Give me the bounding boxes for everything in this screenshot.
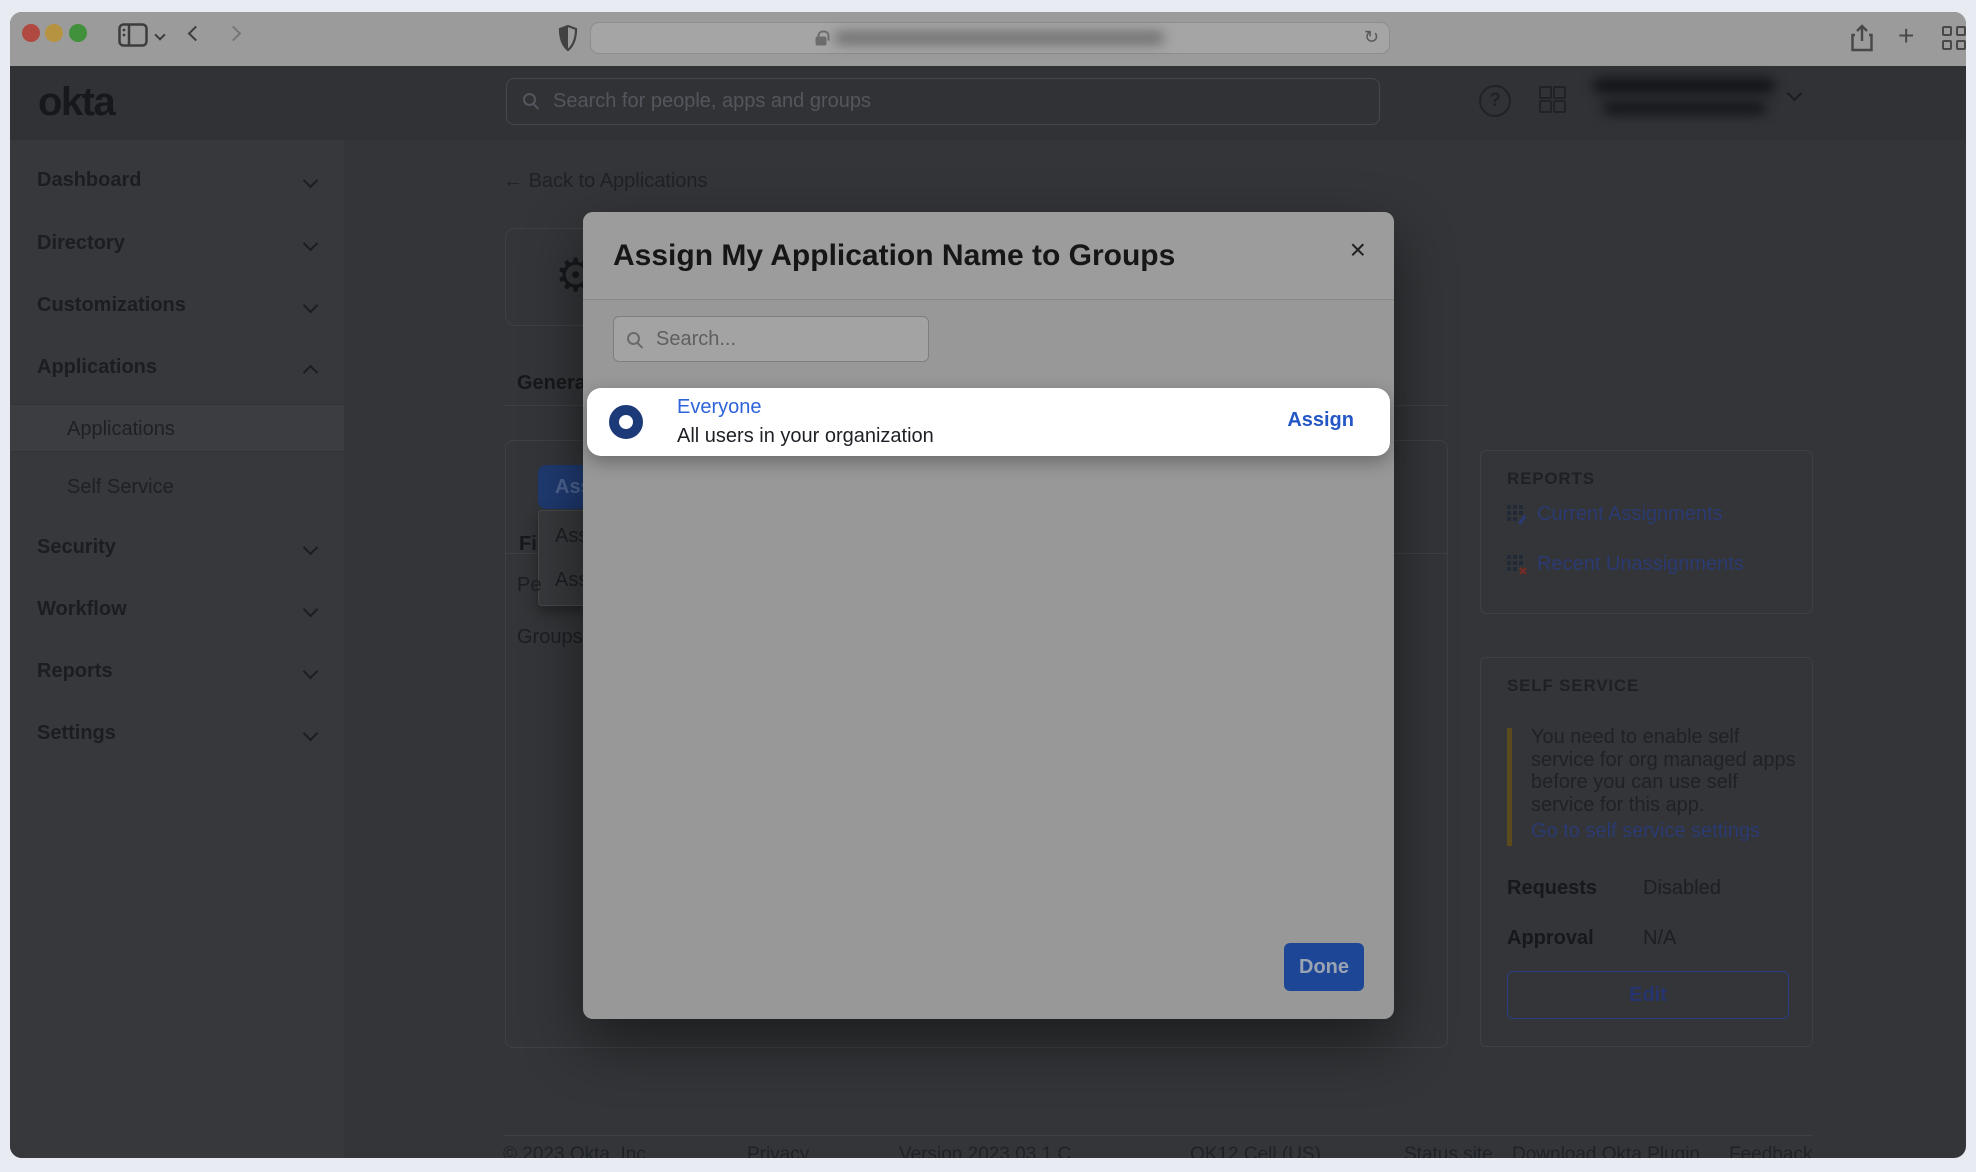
- assign-to-groups-modal: Assign My Application Name to Groups × E…: [583, 212, 1394, 1019]
- approval-label: Approval: [1507, 927, 1594, 950]
- report-edit-icon: [1507, 505, 1527, 525]
- footer-privacy-link[interactable]: Privacy: [747, 1144, 809, 1158]
- modal-search-input[interactable]: [656, 317, 916, 361]
- back-to-applications-link[interactable]: ← Back to Applications: [503, 170, 708, 193]
- chevron-down-icon: [303, 173, 319, 189]
- url-text-redacted: [835, 32, 1165, 45]
- self-service-warning-text: You need to enable self service for org …: [1531, 726, 1799, 816]
- close-window-button[interactable]: [22, 24, 40, 42]
- chevron-down-icon: [303, 664, 319, 680]
- forward-icon[interactable]: [226, 26, 242, 42]
- sidebar-item-reports[interactable]: Reports: [10, 647, 344, 695]
- current-assignments-link[interactable]: Current Assignments: [1507, 503, 1723, 526]
- sidebar-item-settings[interactable]: Settings: [10, 709, 344, 757]
- assign-link[interactable]: Assign: [1287, 409, 1354, 432]
- lock-icon: [816, 37, 827, 46]
- report-remove-icon: [1507, 555, 1527, 575]
- admin-search-input[interactable]: [553, 79, 1353, 124]
- self-service-panel: SELF SERVICE You need to enable self ser…: [1480, 657, 1813, 1047]
- group-row-everyone: Everyone All users in your organization …: [587, 388, 1390, 456]
- sidebar-item-self-service[interactable]: Self Service: [10, 463, 344, 511]
- maximize-window-button[interactable]: [69, 24, 87, 42]
- footer-copyright: © 2023 Okta, Inc.: [503, 1144, 651, 1158]
- minimize-window-button[interactable]: [45, 24, 63, 42]
- warning-accent-bar: [1507, 728, 1512, 846]
- groups-filter-label[interactable]: Groups: [517, 626, 583, 649]
- sidebar-toggle-icon[interactable]: [118, 23, 148, 47]
- sidebar-item-workflow[interactable]: Workflow: [10, 585, 344, 633]
- chevron-down-icon: [303, 236, 319, 252]
- filters-label: Fi: [519, 533, 537, 556]
- group-ring-icon: [609, 405, 643, 439]
- user-menu-chevron-icon[interactable]: [1787, 86, 1803, 102]
- search-icon: [627, 332, 640, 345]
- footer-status-site-link[interactable]: Status site: [1404, 1144, 1493, 1158]
- browser-toolbar: ↻ +: [10, 12, 1966, 66]
- back-icon[interactable]: [188, 26, 204, 42]
- footer-divider: [503, 1135, 1813, 1136]
- new-tab-icon[interactable]: +: [1898, 20, 1914, 52]
- modal-search-bar[interactable]: [613, 316, 929, 362]
- sidebar-item-customizations[interactable]: Customizations: [10, 281, 344, 329]
- reports-title: REPORTS: [1507, 469, 1595, 489]
- chevron-up-icon: [303, 365, 319, 381]
- okta-header: okta ?: [10, 66, 1966, 140]
- self-service-title: SELF SERVICE: [1507, 676, 1639, 696]
- reports-panel: REPORTS Current Assignments: [1480, 450, 1813, 614]
- sidebar-chevron-icon[interactable]: [154, 29, 165, 40]
- close-icon[interactable]: ×: [1350, 236, 1366, 264]
- reload-icon[interactable]: ↻: [1364, 27, 1379, 48]
- privacy-shield-icon[interactable]: [558, 25, 578, 51]
- user-name-redacted: [1593, 78, 1775, 93]
- chevron-down-icon: [303, 726, 319, 742]
- chevron-down-icon: [303, 540, 319, 556]
- requests-value: Disabled: [1643, 877, 1721, 900]
- footer-feedback-link[interactable]: Feedback: [1729, 1144, 1812, 1158]
- requests-label: Requests: [1507, 877, 1597, 900]
- recent-unassignments-link[interactable]: Recent Unassignments: [1507, 553, 1744, 576]
- footer-version: Version 2023.03.1 C: [899, 1144, 1071, 1158]
- left-arrow-icon: ←: [503, 170, 523, 192]
- sidebar-item-applications[interactable]: Applications: [10, 343, 344, 391]
- sidebar-item-dashboard[interactable]: Dashboard: [10, 156, 344, 204]
- address-bar[interactable]: ↻: [590, 22, 1390, 54]
- self-service-settings-link[interactable]: Go to self service settings: [1531, 820, 1760, 843]
- people-filter-label[interactable]: Pe: [517, 574, 541, 597]
- apps-grid-icon[interactable]: [1539, 86, 1563, 110]
- done-button[interactable]: Done: [1284, 943, 1364, 991]
- search-icon: [523, 93, 536, 106]
- modal-title: Assign My Application Name to Groups: [613, 239, 1175, 273]
- edit-button[interactable]: Edit: [1507, 971, 1789, 1019]
- browser-window: ↻ + okta ? Dashboard Directory Customiza…: [10, 12, 1966, 1158]
- help-icon[interactable]: ?: [1479, 85, 1511, 117]
- modal-header: Assign My Application Name to Groups ×: [583, 212, 1394, 300]
- footer-download-plugin-link[interactable]: Download Okta Plugin: [1512, 1144, 1700, 1158]
- okta-logo[interactable]: okta: [38, 80, 114, 125]
- admin-search-bar[interactable]: [506, 78, 1380, 125]
- group-description: All users in your organization: [677, 425, 934, 448]
- sidebar: Dashboard Directory Customizations Appli…: [10, 140, 344, 1158]
- approval-value: N/A: [1643, 927, 1676, 950]
- tab-general[interactable]: Genera: [517, 372, 586, 395]
- group-name-link[interactable]: Everyone: [677, 396, 762, 419]
- footer-cell: OK12 Cell (US): [1190, 1144, 1321, 1158]
- sidebar-item-security[interactable]: Security: [10, 523, 344, 571]
- tab-overview-icon[interactable]: [1942, 26, 1966, 50]
- user-org-redacted: [1603, 102, 1766, 114]
- sidebar-item-directory[interactable]: Directory: [10, 219, 344, 267]
- sidebar-item-applications-sub[interactable]: Applications: [10, 404, 344, 452]
- share-icon[interactable]: [1850, 23, 1874, 53]
- chevron-down-icon: [303, 298, 319, 314]
- chevron-down-icon: [303, 602, 319, 618]
